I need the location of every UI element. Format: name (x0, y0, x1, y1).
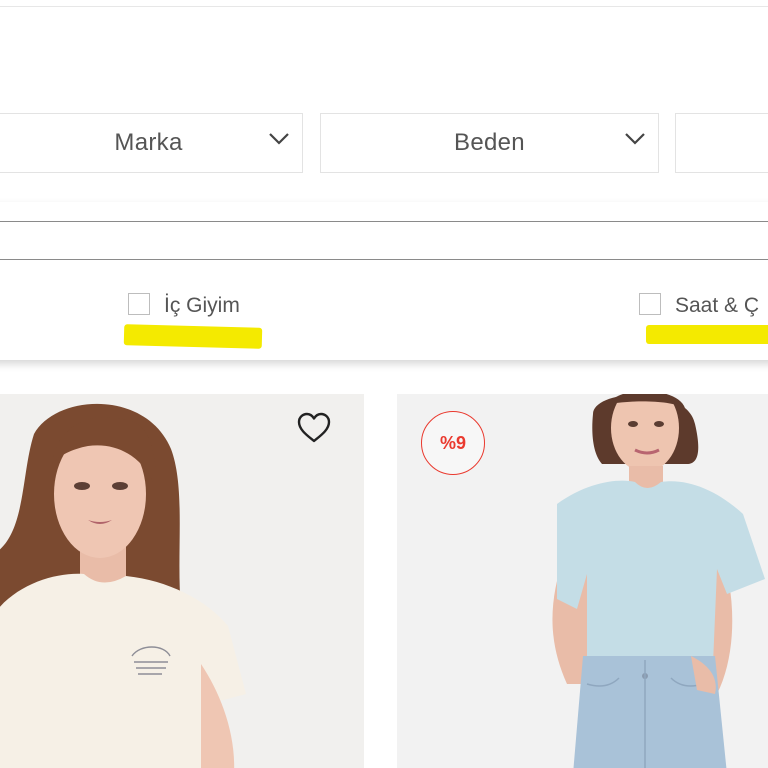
product-image (0, 394, 364, 768)
header-divider (0, 6, 768, 7)
favorite-button[interactable] (294, 408, 334, 448)
heart-icon (297, 412, 331, 443)
product-card[interactable]: %9 (397, 394, 768, 768)
chevron-down-icon (269, 133, 289, 145)
highlight-mark (646, 325, 768, 344)
highlight-mark (123, 324, 263, 349)
discount-badge: %9 (421, 411, 485, 475)
size-filter-dropdown[interactable]: Beden (320, 113, 659, 173)
category-option-ic-giyim[interactable]: İç Giyim (128, 292, 240, 320)
next-filter-dropdown[interactable] (675, 113, 768, 173)
panel-divider-bottom (0, 259, 768, 260)
checkbox[interactable] (128, 293, 150, 315)
chevron-down-icon (625, 133, 645, 145)
discount-text: %9 (439, 432, 466, 453)
product-card[interactable] (0, 394, 364, 768)
panel-divider-top (0, 221, 768, 222)
size-filter-label: Beden (454, 129, 525, 156)
category-option-saat[interactable]: Saat & Ç (639, 292, 759, 320)
brand-filter-label: Marka (114, 129, 183, 156)
category-label: Saat & Ç (675, 294, 760, 317)
category-label: İç Giyim (164, 294, 240, 317)
product-listing-page: Marka Beden İç Giyim Saat & Ç %9 (0, 0, 768, 768)
checkbox[interactable] (639, 293, 661, 315)
brand-filter-dropdown[interactable]: Marka (0, 113, 303, 173)
